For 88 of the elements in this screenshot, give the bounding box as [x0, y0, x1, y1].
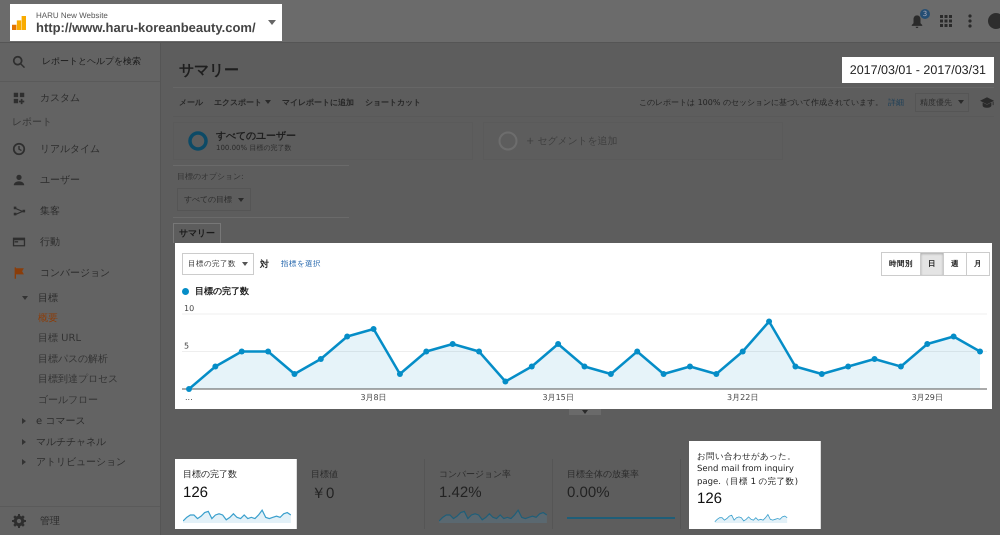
data-point [924, 341, 930, 347]
data-point [950, 334, 957, 340]
data-point [872, 356, 878, 362]
branch-icon [12, 204, 26, 218]
settings-icon [12, 514, 26, 528]
nav-item[interactable]: コンバージョン [0, 257, 160, 288]
tree-item[interactable]: 概要 [0, 308, 160, 329]
property-name: HARU New Website [36, 10, 109, 20]
tree-item[interactable]: 目標 [0, 288, 160, 308]
data-point [766, 318, 772, 324]
data-point [634, 348, 640, 354]
data-point [212, 364, 218, 370]
data-point [555, 341, 562, 347]
caret-icon [238, 198, 244, 202]
bell-icon[interactable] [910, 14, 924, 28]
metric-value: ￥0 [311, 484, 336, 503]
details-link[interactable]: 詳細 [888, 96, 904, 108]
y-tick-label: 10 [184, 305, 194, 313]
date-range-picker[interactable]: 2017/03/01 - 2017/03/31 [842, 57, 994, 83]
caret-icon [265, 100, 271, 104]
y-tick-label: 5 [184, 342, 190, 350]
metric-label: お問い合わせがあった。Send mail from inquiry page.（目標 1 の完了数) [697, 451, 800, 488]
caret-icon [268, 20, 276, 25]
logo-icon [12, 14, 26, 30]
data-point [344, 334, 350, 340]
nav-item[interactable]: ユーザー [0, 164, 160, 195]
tree-item[interactable]: アトリビューション [0, 452, 160, 472]
data-point [476, 348, 482, 354]
data-point [450, 341, 456, 347]
data-point [845, 364, 852, 370]
x-tick-label: 3月8日 [360, 393, 387, 402]
data-point [818, 371, 825, 377]
window-icon [12, 234, 26, 248]
data-point [608, 371, 614, 377]
caret-icon [958, 100, 964, 104]
nav-item[interactable]: 行動 [0, 226, 160, 257]
versus-label: 対 [260, 258, 269, 270]
data-point [502, 378, 508, 384]
nav-item[interactable]: リアルタイム [0, 133, 160, 164]
data-point [238, 348, 245, 354]
admin-item[interactable]: 管理 [0, 506, 160, 535]
tree-item[interactable]: マルチチャネル [0, 432, 160, 452]
metric-value: 1.42% [439, 484, 483, 502]
data-point [318, 356, 324, 362]
data-point [792, 364, 798, 370]
tree-item[interactable]: e コマース [0, 411, 160, 432]
metric-label: 目標の完了数 [183, 469, 238, 482]
avatar[interactable] [988, 13, 1000, 29]
data-point [370, 326, 377, 332]
search-field[interactable]: レポートとヘルプを検索 [40, 56, 154, 68]
clock-icon [12, 142, 26, 156]
x-tick-label: 3月22日 [727, 393, 758, 402]
ring-icon [188, 131, 208, 151]
resize-handle[interactable] [569, 409, 601, 415]
nav-item[interactable]: 集客 [0, 195, 160, 226]
segment-name: すべてのユーザー [216, 130, 296, 143]
data-point [265, 348, 272, 354]
page-title: サマリー [179, 60, 239, 80]
data-point [686, 364, 693, 370]
data-point [898, 364, 904, 370]
metric-value: 0.00% [567, 484, 611, 502]
flag-icon [12, 266, 26, 280]
graduation-cap-icon[interactable] [980, 96, 994, 108]
x-tick-label: 3月15日 [542, 393, 574, 402]
apps-icon[interactable] [940, 15, 952, 27]
property-selector[interactable]: HARU New Website http://www.haru-koreanbeauty.com/ [10, 4, 282, 41]
data-point [713, 371, 720, 377]
metric-value: 126 [697, 490, 724, 507]
data-point [528, 364, 535, 370]
caret-icon [242, 262, 248, 266]
dashboard-icon [12, 90, 26, 104]
data-point [291, 371, 298, 377]
person-icon [12, 172, 26, 186]
x-tick-label: 3月29日 [912, 393, 943, 402]
data-point [423, 348, 430, 354]
data-point [582, 364, 588, 370]
legend-label: 目標の完了数 [195, 285, 249, 298]
data-point [740, 348, 746, 354]
data-point [660, 371, 667, 377]
property-url: http://www.haru-koreanbeauty.com/ [36, 20, 256, 34]
data-point [396, 371, 403, 377]
nav-item[interactable]: カスタム [0, 82, 160, 113]
data-point [186, 386, 192, 392]
metric-value: 126 [183, 484, 210, 502]
more-icon[interactable] [968, 14, 972, 28]
data-point [977, 348, 983, 354]
search-icon [12, 55, 26, 69]
x-tick-label: ... [185, 393, 193, 402]
